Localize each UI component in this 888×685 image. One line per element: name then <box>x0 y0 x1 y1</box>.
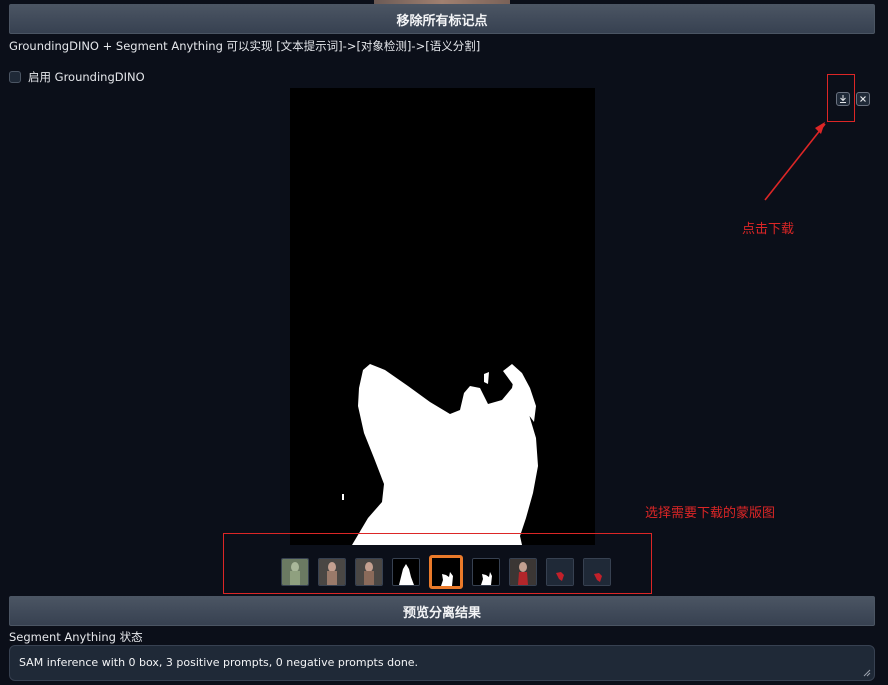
remove-all-markers-button[interactable]: 移除所有标记点 <box>9 4 875 34</box>
enable-grounding-dino-label: 启用 GroundingDINO <box>28 70 145 84</box>
mask-preview-image[interactable] <box>290 88 595 545</box>
gallery-thumbnail[interactable] <box>472 558 500 586</box>
page: 移除所有标记点 GroundingDINO + Segment Anything… <box>0 0 888 685</box>
gallery-thumbnail[interactable] <box>546 558 574 586</box>
resize-handle-icon[interactable] <box>863 669 871 677</box>
preview-segmentation-button[interactable]: 预览分离结果 <box>9 596 875 626</box>
gallery-thumbnail[interactable] <box>392 558 420 586</box>
enable-grounding-dino-row[interactable]: 启用 GroundingDINO <box>9 69 145 85</box>
sam-status-label: Segment Anything 状态 <box>9 630 143 644</box>
gallery-thumbnails <box>281 555 611 589</box>
sam-status-textbox[interactable]: SAM inference with 0 box, 3 positive pro… <box>9 645 875 681</box>
select-mask-annotation: 选择需要下载的蒙版图 <box>645 506 776 521</box>
close-icon[interactable] <box>856 92 870 106</box>
download-highlight-box <box>827 74 855 122</box>
gallery-thumbnail[interactable] <box>355 558 383 586</box>
gallery-thumbnail[interactable] <box>281 558 309 586</box>
gallery-thumbnail[interactable] <box>509 558 537 586</box>
arrow-annotation <box>764 122 826 201</box>
gallery-thumbnail[interactable] <box>318 558 346 586</box>
grounding-dino-description: GroundingDINO + Segment Anything 可以实现 [文… <box>9 39 481 53</box>
enable-grounding-dino-checkbox[interactable] <box>9 71 21 83</box>
sam-status-text: SAM inference with 0 box, 3 positive pro… <box>19 656 419 669</box>
click-download-annotation: 点击下载 <box>742 222 795 237</box>
gallery-thumbnail-selected[interactable] <box>429 555 463 589</box>
gallery-thumbnail[interactable] <box>583 558 611 586</box>
